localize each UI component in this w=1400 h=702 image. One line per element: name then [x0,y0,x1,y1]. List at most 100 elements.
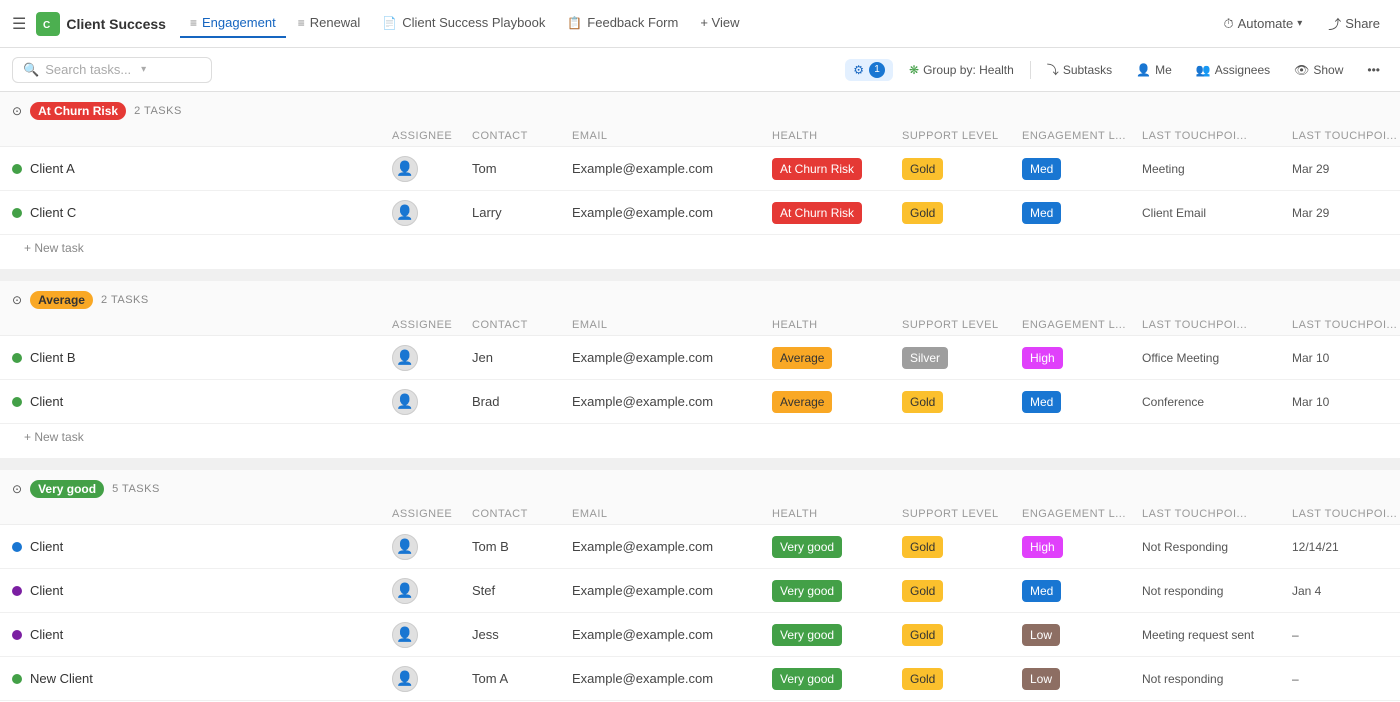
filter-count: 1 [869,62,885,78]
task-label: Client [30,539,63,554]
email-cell: Example@example.com [572,539,772,554]
status-dot [12,674,22,684]
col-header: LAST TOUCHPOI... [1142,508,1292,520]
assignee-cell: 👤 [392,622,472,648]
section-header-churn: ⊙ At Churn Risk 2 TASKS [0,92,1400,126]
table-row[interactable]: New Client 👤 Tom A Example@example.com V… [0,657,1400,701]
contact-cell: Tom [472,161,572,176]
nav-tab-client-success-playbook[interactable]: 📄Client Success Playbook [372,9,555,38]
assignees-icon: 👥 [1196,63,1211,77]
engagement-cell: High [1022,539,1142,554]
main-content: ⊙ At Churn Risk 2 TASKS ASSIGNEECONTACTE… [0,92,1400,702]
nav-tab-renewal[interactable]: ≡Renewal [288,9,371,38]
engagement-cell: Low [1022,627,1142,642]
assignee-cell: 👤 [392,578,472,604]
health-cell: Average [772,394,902,409]
col-header: EMAIL [572,508,772,520]
col-header: EMAIL [572,319,772,331]
date-cell: Mar 10 [1292,351,1400,365]
support-cell: Gold [902,583,1022,598]
assignee-cell: 👤 [392,534,472,560]
avatar: 👤 [392,666,418,692]
person-icon: 👤 [396,393,413,410]
support-cell: Gold [902,205,1022,220]
table-row[interactable]: Client 👤 Jess Example@example.com Very g… [0,613,1400,657]
share-button[interactable]: ⤴ Share [1320,10,1388,37]
task-name: Client C [12,205,392,220]
header-actions: ⏱ Automate ▾ ⤴ Share [1215,10,1388,37]
eye-icon: 👁 [1294,63,1309,77]
status-dot [12,164,22,174]
table-row[interactable]: Client 👤 Tom B Example@example.com Very … [0,525,1400,569]
table-row[interactable]: Client 👤 Brad Example@example.com Averag… [0,380,1400,424]
touchpoint-cell: Conference [1142,395,1292,409]
email-cell: Example@example.com [572,161,772,176]
engagement-badge: High [1022,536,1063,558]
avatar: 👤 [392,345,418,371]
assignees-button[interactable]: 👥 Assignees [1188,60,1278,80]
section-tasks-count-churn: 2 TASKS [134,105,182,117]
section-average: ⊙ Average 2 TASKS ASSIGNEECONTACTEMAILHE… [0,281,1400,454]
engagement-badge: Med [1022,158,1061,180]
support-badge: Gold [902,624,943,646]
support-cell: Gold [902,161,1022,176]
search-icon: 🔍 [23,62,39,78]
support-badge: Gold [902,580,943,602]
email-cell: Example@example.com [572,671,772,686]
date-cell: Mar 29 [1292,206,1400,220]
engagement-cell: Med [1022,205,1142,220]
col-header: SUPPORT LEVEL [902,130,1022,142]
col-header: SUPPORT LEVEL [902,508,1022,520]
new-task-button[interactable]: + New task [0,424,1400,454]
status-dot [12,208,22,218]
health-badge: Very good [772,668,842,690]
section-toggle-average[interactable]: ⊙ [12,293,22,307]
section-badge-verygood: Very good [30,480,104,498]
col-header: EMAIL [572,130,772,142]
nav-tab-engagement[interactable]: ≡Engagement [180,9,286,38]
table-row[interactable]: Client A 👤 Tom Example@example.com At Ch… [0,147,1400,191]
col-header: CONTACT [472,130,572,142]
col-header: LAST TOUCHPOI... [1292,130,1400,142]
col-header: CONTACT [472,319,572,331]
subtasks-button[interactable]: ⤵ Subtasks [1039,58,1120,81]
table-row[interactable]: Client C 👤 Larry Example@example.com At … [0,191,1400,235]
section-toggle-churn[interactable]: ⊙ [12,104,22,118]
col-header: ASSIGNEE [392,508,472,520]
contact-cell: Stef [472,583,572,598]
health-badge: Very good [772,536,842,558]
person-icon: 👤 [396,349,413,366]
me-button[interactable]: 👤 Me [1128,60,1180,80]
email-cell: Example@example.com [572,627,772,642]
engagement-badge: Low [1022,624,1060,646]
filter-button[interactable]: ⚙ 1 [845,59,893,81]
health-cell: Very good [772,539,902,554]
menu-icon[interactable]: ☰ [12,14,26,34]
health-badge: Very good [772,624,842,646]
section-toggle-verygood[interactable]: ⊙ [12,482,22,496]
task-label: Client C [30,205,76,220]
avatar: 👤 [392,389,418,415]
col-header: HEALTH [772,130,902,142]
automate-button[interactable]: ⏱ Automate ▾ [1215,12,1310,36]
person-icon: 👤 [396,160,413,177]
table-row[interactable]: Client B 👤 Jen Example@example.com Avera… [0,336,1400,380]
nav-tab-feedback-form[interactable]: 📋Feedback Form [557,9,688,38]
task-label: New Client [30,671,93,686]
group-by-button[interactable]: ❋ Group by: Health [901,60,1022,80]
header: ☰ C Client Success ≡Engagement≡Renewal📄C… [0,0,1400,48]
col-header: ASSIGNEE [392,319,472,331]
assignee-cell: 👤 [392,200,472,226]
new-task-button[interactable]: + New task [0,235,1400,265]
health-badge: Average [772,391,832,413]
search-box[interactable]: 🔍 Search tasks... ▾ [12,57,212,83]
table-row[interactable]: Client 👤 Stef Example@example.com Very g… [0,569,1400,613]
col-header: LAST TOUCHPOI... [1142,319,1292,331]
contact-cell: Tom B [472,539,572,554]
status-dot [12,397,22,407]
show-button[interactable]: 👁 Show [1286,60,1351,80]
more-options-button[interactable]: ••• [1359,60,1388,80]
me-icon: 👤 [1136,63,1151,77]
nav-tab-+-view[interactable]: + View [690,9,749,38]
contact-cell: Larry [472,205,572,220]
